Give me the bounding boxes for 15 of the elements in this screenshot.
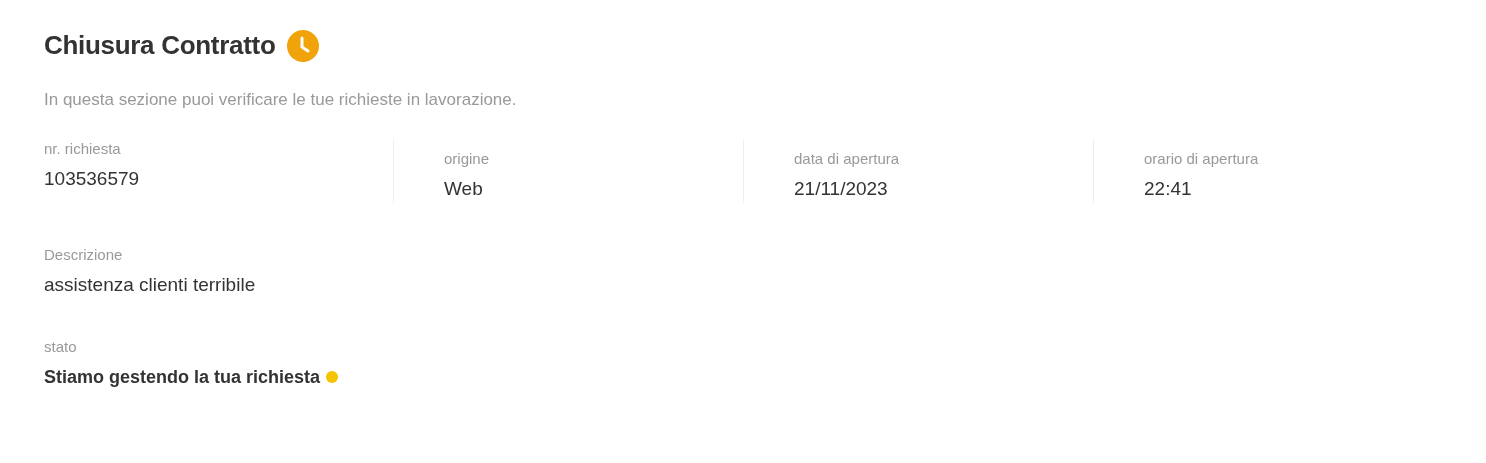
field-label: nr. richiesta [44, 138, 122, 159]
field-label: orario di apertura [1144, 148, 1260, 169]
clock-icon [287, 29, 320, 62]
field-value: Web [444, 176, 484, 201]
field-label: stato [44, 336, 78, 357]
field-label: origine [444, 148, 491, 169]
status-text: Stiamo gestendo la tua richiesta [44, 365, 321, 389]
page-subtitle: In questa sezione puoi verificare le tue richieste in lavorazione. [44, 89, 518, 111]
field-value: assistenza clienti terribile [44, 272, 257, 297]
field-value: 21/11/2023 [794, 176, 889, 201]
field-value: 103536579 [44, 166, 141, 191]
field-label: data di apertura [794, 148, 901, 169]
field-value: 22:41 [1144, 176, 1193, 201]
page-title: Chiusura Contratto [44, 29, 276, 62]
field-label: Descrizione [44, 244, 124, 265]
